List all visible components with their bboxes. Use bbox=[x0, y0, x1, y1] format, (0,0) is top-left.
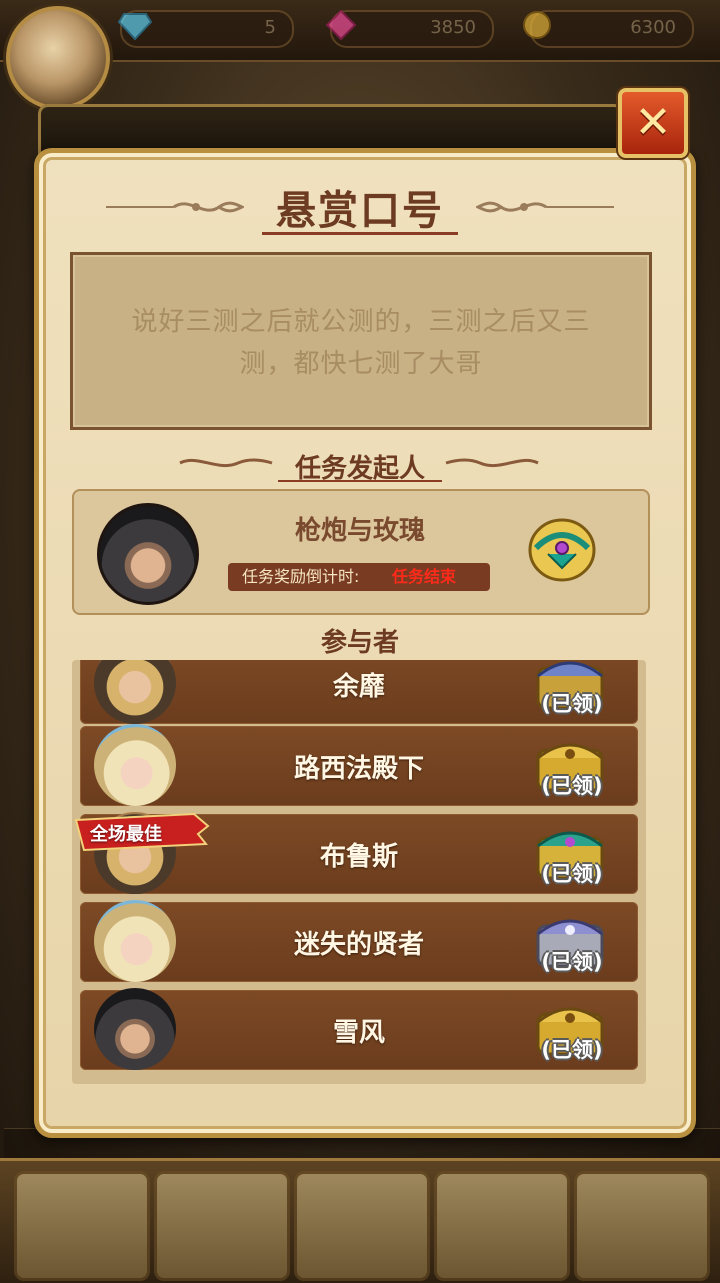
pink-gem-count: 3850 bbox=[430, 17, 476, 38]
initiator-treasure-chest-icon[interactable] bbox=[528, 518, 596, 582]
gold-count: 6300 bbox=[630, 17, 676, 38]
countdown-value: 任务结束 bbox=[392, 567, 457, 586]
claimed-status: (已领) bbox=[541, 692, 603, 716]
nav-button-2[interactable] bbox=[154, 1171, 290, 1281]
reward-countdown: 任务奖励倒计时: 任务结束 bbox=[228, 563, 490, 591]
nav-button-1[interactable] bbox=[14, 1171, 150, 1281]
initiator-underline bbox=[278, 480, 442, 482]
bounty-slogan-text: 说好三测之后就公测的，三测之后又三测，都快七测了大哥 bbox=[131, 307, 591, 379]
diamond-icon bbox=[118, 13, 152, 40]
claimed-status: (已领) bbox=[541, 774, 603, 798]
best-player-label: 全场最佳 bbox=[90, 824, 162, 845]
gold-resource: 6300 bbox=[530, 10, 694, 48]
bounty-slogan-box: 说好三测之后就公测的，三测之后又三测，都快七测了大哥 bbox=[70, 252, 652, 430]
player-avatar[interactable] bbox=[6, 6, 110, 110]
claimed-status: (已领) bbox=[541, 862, 603, 886]
countdown-label: 任务奖励倒计时: bbox=[242, 567, 360, 586]
nav-button-3[interactable] bbox=[294, 1171, 430, 1281]
initiator-name: 枪炮与玫瑰 bbox=[294, 516, 425, 546]
announcement-marquee bbox=[440, 66, 720, 90]
participants-header: 参与者 bbox=[320, 628, 399, 658]
nav-button-5[interactable] bbox=[574, 1171, 710, 1281]
gold-coin-icon bbox=[523, 11, 551, 39]
bottom-navigation bbox=[0, 1158, 720, 1283]
participant-row[interactable]: 迷失的贤者 (已领) bbox=[80, 900, 638, 982]
title-underline bbox=[262, 232, 458, 235]
diamond-count: 5 bbox=[264, 17, 276, 38]
claimed-status: (已领) bbox=[541, 1038, 603, 1062]
nav-button-4[interactable] bbox=[434, 1171, 570, 1281]
best-player-badge: 全场最佳 bbox=[74, 812, 210, 852]
participant-row[interactable]: 雪风 (已领) bbox=[80, 988, 638, 1070]
close-button[interactable]: ✕ bbox=[618, 88, 688, 158]
participant-row[interactable]: 路西法殿下 (已领) bbox=[80, 724, 638, 806]
pink-gem-icon bbox=[325, 10, 357, 40]
participants-list[interactable]: 余靡 (已领) 路西法殿下 (已领) 布鲁斯 (已领) 迷失的贤者 (已领) 雪… bbox=[72, 660, 646, 1084]
participant-row[interactable]: 余靡 (已领) bbox=[80, 660, 638, 724]
modal-title: 悬赏口号 bbox=[276, 188, 444, 234]
close-icon: ✕ bbox=[634, 97, 672, 148]
claimed-status: (已领) bbox=[541, 950, 603, 974]
